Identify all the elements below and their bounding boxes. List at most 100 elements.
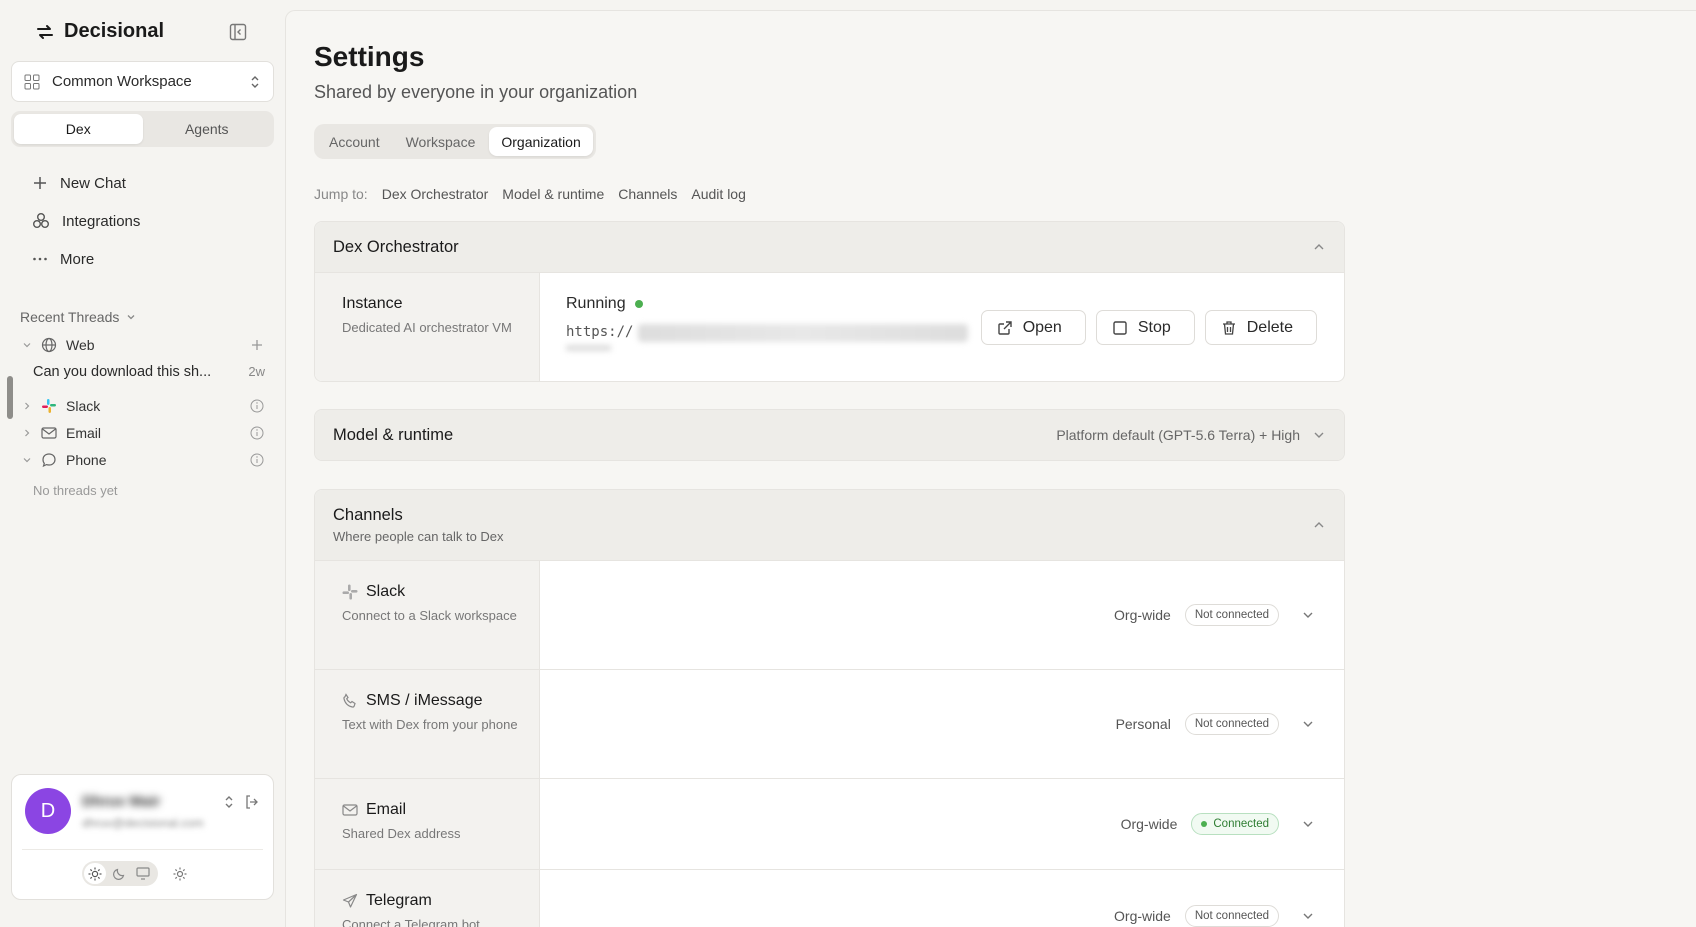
chevron-down-icon bbox=[23, 458, 31, 463]
brand[interactable]: Decisional bbox=[36, 20, 164, 43]
user-name: Dhruv Mair bbox=[82, 793, 161, 810]
channel-status-group: Org-wide Connected bbox=[1121, 813, 1317, 835]
logout-icon[interactable] bbox=[244, 794, 260, 810]
tab-organization[interactable]: Organization bbox=[489, 127, 593, 156]
chevron-right-icon bbox=[25, 402, 30, 410]
more-button[interactable]: More bbox=[32, 244, 262, 274]
channel-scope: Org-wide bbox=[1114, 607, 1171, 623]
channel-scope: Org-wide bbox=[1120, 816, 1178, 832]
chevron-up-icon[interactable] bbox=[1312, 240, 1326, 254]
group-web-label: Web bbox=[66, 337, 95, 353]
tab-account[interactable]: Account bbox=[317, 127, 392, 156]
instance-detail: Running https:// Open Stop Delete bbox=[540, 273, 1344, 381]
chevron-down-icon bbox=[127, 315, 135, 320]
avatar[interactable]: D bbox=[25, 788, 71, 834]
status-badge: Not connected bbox=[1184, 604, 1279, 626]
model-header[interactable]: Model & runtime Platform default (GPT-5.… bbox=[315, 410, 1344, 460]
brand-name: Decisional bbox=[64, 20, 165, 42]
status-dot bbox=[634, 300, 643, 308]
chat-bubble-icon bbox=[42, 453, 56, 468]
card-divider bbox=[22, 849, 263, 850]
account-switch-icon[interactable] bbox=[223, 794, 235, 810]
info-icon[interactable] bbox=[250, 453, 264, 467]
orchestrator-panel: Dex Orchestrator Instance Dedicated AI o… bbox=[314, 221, 1345, 382]
chevron-right-icon bbox=[25, 429, 30, 437]
recent-threads-header[interactable]: Recent Threads bbox=[20, 309, 137, 325]
chevron-updown-icon bbox=[251, 75, 259, 88]
mode-dex[interactable]: Dex bbox=[14, 114, 143, 144]
thread-group-web[interactable]: Web bbox=[20, 333, 264, 357]
user-card: D Dhruv Mair dhruv@decisional.com bbox=[11, 774, 274, 900]
channel-status-group: Org-wide Not connected bbox=[1114, 604, 1317, 626]
add-thread-icon[interactable] bbox=[250, 338, 264, 352]
channel-name-text: Telegram bbox=[366, 892, 432, 909]
channel-desc: Connect to a Slack workspace bbox=[342, 608, 517, 623]
info-icon[interactable] bbox=[250, 399, 264, 413]
thread-group-slack[interactable]: Slack bbox=[20, 394, 264, 418]
theme-toggle bbox=[82, 861, 158, 886]
scrollbar-thumb[interactable] bbox=[7, 376, 13, 419]
grid-icon bbox=[24, 74, 40, 89]
info-icon[interactable] bbox=[250, 426, 264, 440]
theme-light-button[interactable] bbox=[84, 863, 106, 884]
orchestrator-header[interactable]: Dex Orchestrator bbox=[315, 222, 1344, 272]
model-value: Platform default (GPT-5.6 Terra) + High bbox=[1056, 427, 1300, 443]
workspace-select[interactable]: Common Workspace bbox=[11, 61, 274, 102]
instance-row: Instance Dedicated AI orchestrator VM Ru… bbox=[315, 272, 1344, 381]
tab-workspace[interactable]: Workspace bbox=[394, 127, 488, 156]
group-email-label: Email bbox=[66, 425, 102, 441]
new-chat-button[interactable]: New Chat bbox=[32, 168, 262, 198]
thread-group-phone[interactable]: Phone bbox=[20, 448, 264, 472]
jump-dex-orchestrator[interactable]: Dex Orchestrator bbox=[382, 186, 489, 202]
chevron-down-icon[interactable] bbox=[1301, 909, 1315, 923]
channel-row-sms[interactable]: SMS / iMessage Text with Dex from your p… bbox=[315, 669, 1344, 778]
instance-status: Running bbox=[566, 295, 643, 313]
sun-icon bbox=[88, 867, 102, 880]
thread-group-email[interactable]: Email bbox=[20, 421, 264, 445]
open-button[interactable]: Open bbox=[980, 310, 1086, 345]
channels-panel: Channels Where people can talk to Dex Sl… bbox=[314, 489, 1345, 927]
channel-name: Email bbox=[342, 801, 521, 819]
chevron-down-icon[interactable] bbox=[1301, 608, 1315, 622]
sidebar: Decisional Common Workspace Dex Agents N… bbox=[0, 0, 285, 927]
globe-icon bbox=[41, 337, 57, 353]
stop-label: Stop bbox=[1137, 318, 1171, 336]
chevron-down-icon[interactable] bbox=[1301, 717, 1315, 731]
chevron-down-icon[interactable] bbox=[1301, 817, 1315, 831]
status-dot bbox=[1201, 821, 1208, 827]
channel-row-slack[interactable]: Slack Connect to a Slack workspace Org-w… bbox=[315, 560, 1344, 669]
delete-button[interactable]: Delete bbox=[1204, 310, 1317, 345]
channel-desc: Connect a Telegram bot bbox=[342, 917, 480, 927]
status-badge: Connected bbox=[1191, 813, 1279, 835]
mail-icon bbox=[342, 804, 358, 816]
jump-audit-log[interactable]: Audit log bbox=[691, 186, 745, 202]
chevron-down-icon[interactable] bbox=[1312, 428, 1326, 442]
status-text: Running bbox=[566, 295, 626, 312]
user-email: dhruv@decisional.com bbox=[82, 816, 204, 830]
settings-main: Settings Shared by everyone in your orga… bbox=[285, 10, 1696, 927]
channel-name-text: SMS / iMessage bbox=[366, 692, 483, 709]
instance-url[interactable]: https:// bbox=[566, 324, 633, 340]
channel-name: Telegram bbox=[342, 892, 521, 910]
stop-button[interactable]: Stop bbox=[1095, 310, 1195, 345]
jump-model-runtime[interactable]: Model & runtime bbox=[502, 186, 604, 202]
stop-square-icon bbox=[1113, 320, 1127, 335]
moon-icon bbox=[112, 868, 124, 880]
jump-channels[interactable]: Channels bbox=[618, 186, 677, 202]
integrations-button[interactable]: Integrations bbox=[32, 206, 262, 236]
theme-system-button[interactable] bbox=[132, 863, 154, 884]
chevron-up-icon[interactable] bbox=[1312, 518, 1326, 532]
channel-row-telegram[interactable]: Telegram Connect a Telegram bot Org-wide… bbox=[315, 869, 1344, 927]
recent-threads-label: Recent Threads bbox=[20, 309, 120, 325]
theme-dark-button[interactable] bbox=[108, 863, 130, 884]
thread-item[interactable]: Can you download this sh... 2w bbox=[33, 364, 265, 380]
channel-status-group: Org-wide Not connected bbox=[1114, 905, 1317, 927]
sidebar-collapse-icon[interactable] bbox=[228, 22, 248, 42]
gear-icon[interactable] bbox=[172, 866, 188, 882]
url-redacted-tail bbox=[566, 345, 611, 351]
channels-header[interactable]: Channels Where people can talk to Dex bbox=[315, 490, 1344, 560]
mode-agents[interactable]: Agents bbox=[143, 114, 272, 144]
model-title: Model & runtime bbox=[333, 425, 454, 444]
channel-row-email[interactable]: Email Shared Dex address Org-wide Connec… bbox=[315, 778, 1344, 869]
status-text: Connected bbox=[1213, 818, 1269, 830]
